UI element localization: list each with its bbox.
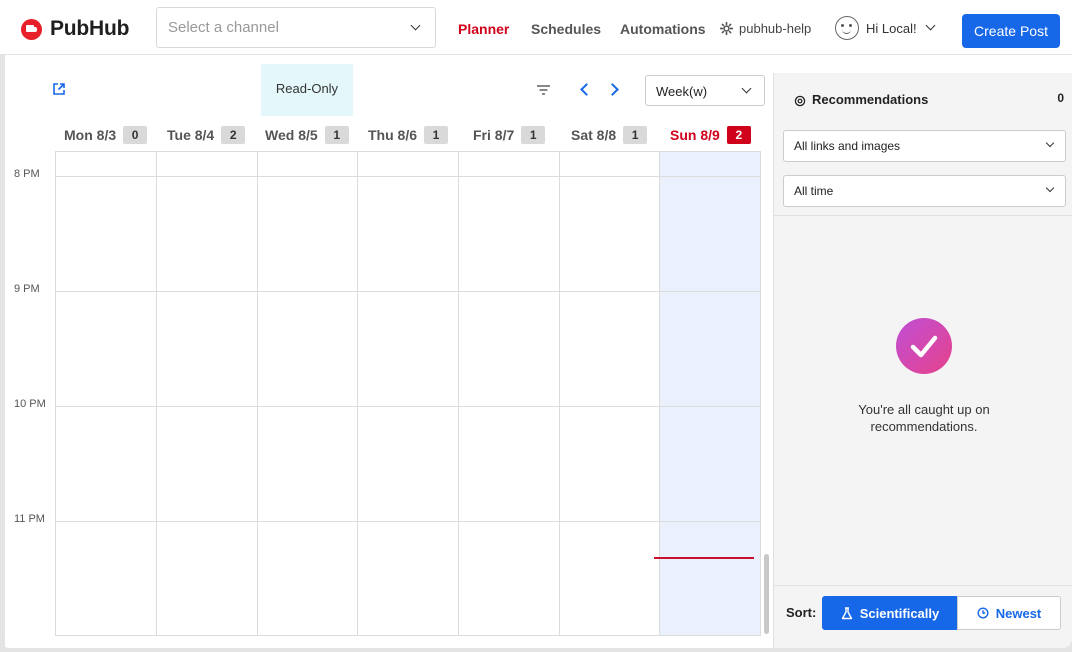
brand-name: PubHub: [50, 17, 130, 40]
flask-icon: [841, 606, 852, 619]
week-calendar-grid[interactable]: [55, 151, 761, 636]
user-menu[interactable]: Hi Local!: [835, 16, 936, 40]
post-count-badge: 1: [324, 126, 349, 144]
post-count-badge: 0: [123, 126, 148, 144]
recommendations-count: 0: [1057, 91, 1064, 105]
chevron-down-icon: [741, 83, 752, 94]
post-count-badge: 1: [424, 126, 449, 144]
day-divider: [357, 152, 358, 635]
content-type-value: All links and images: [794, 139, 901, 153]
day-label: Mon 8/3: [64, 127, 117, 143]
truck-logo-icon: [21, 18, 42, 40]
chevron-down-icon: [925, 20, 936, 30]
post-count-badge: 1: [623, 126, 648, 144]
empty-state-line-2: recommendations.: [870, 419, 978, 434]
post-count-badge: 2: [221, 126, 246, 144]
day-label: Sat 8/8: [571, 127, 617, 143]
hour-line: [56, 521, 760, 522]
recommendations-panel: Recommendations 0 All links and images A…: [773, 73, 1072, 648]
day-label: Fri 8/7: [473, 127, 515, 143]
success-check-icon: [896, 318, 952, 374]
day-divider: [257, 152, 258, 635]
avatar: [835, 16, 859, 40]
day-label: Tue 8/4: [167, 127, 215, 143]
create-post-button[interactable]: Create Post: [962, 14, 1060, 48]
channel-select-placeholder: Select a channel: [168, 19, 279, 36]
day-label: Sun 8/9: [670, 127, 720, 143]
content-type-select[interactable]: All links and images: [783, 130, 1066, 162]
day-divider: [156, 152, 157, 635]
time-label-9pm: 9 PM: [14, 283, 40, 295]
day-header-sun[interactable]: Sun 8/9 2: [670, 124, 751, 146]
empty-state-line-1: You're all caught up on: [858, 402, 990, 417]
day-divider: [458, 152, 459, 635]
day-header-fri[interactable]: Fri 8/7 1: [473, 124, 546, 146]
channel-select[interactable]: Select a channel: [156, 7, 436, 48]
app-window: PubHub Select a channel Planner Schedule…: [0, 0, 1072, 648]
day-label: Wed 8/5: [265, 127, 318, 143]
previous-week-button[interactable]: [580, 83, 593, 96]
time-range-value: All time: [794, 184, 834, 198]
gear-icon: [720, 22, 733, 35]
view-select[interactable]: Week(w): [645, 75, 765, 106]
current-time-indicator: [654, 557, 754, 559]
hour-line: [56, 406, 760, 407]
chevron-down-icon: [1045, 138, 1055, 148]
time-range-select[interactable]: All time: [783, 175, 1066, 207]
nav-automations[interactable]: Automations: [620, 21, 706, 37]
calendar-scrollbar[interactable]: [764, 554, 769, 634]
today-column: [660, 152, 760, 635]
hour-line: [56, 291, 760, 292]
chevron-down-icon: [410, 20, 421, 31]
day-header-sat[interactable]: Sat 8/8 1: [571, 124, 648, 146]
time-label-10pm: 10 PM: [14, 398, 46, 410]
sort-scientifically-button[interactable]: Scientifically: [822, 596, 958, 630]
day-header-wed[interactable]: Wed 8/5 1: [265, 124, 349, 146]
recommendations-title: Recommendations: [812, 91, 929, 107]
sort-scientifically-label: Scientifically: [859, 605, 940, 621]
sort-bar: Sort: Scientifically Newest: [774, 585, 1072, 648]
nav-schedules[interactable]: Schedules: [531, 21, 601, 37]
day-divider: [559, 152, 560, 635]
day-header-thu[interactable]: Thu 8/6 1: [368, 124, 449, 146]
day-divider: [659, 152, 660, 635]
read-only-indicator: Read-Only: [261, 64, 353, 116]
empty-state-message: You're all caught up on recommendations.: [814, 401, 1034, 435]
threads-icon: [794, 95, 806, 107]
user-greeting: Hi Local!: [866, 20, 917, 36]
clock-icon: [977, 607, 989, 619]
sort-newest-label: Newest: [995, 605, 1042, 621]
nav-planner[interactable]: Planner: [458, 21, 509, 37]
sort-label: Sort:: [786, 605, 817, 620]
view-select-value: Week(w): [656, 84, 708, 99]
sort-newest-button[interactable]: Newest: [957, 596, 1061, 630]
post-count-badge: 1: [521, 126, 546, 144]
left-edge: [0, 55, 5, 648]
day-header-mon[interactable]: Mon 8/3 0: [64, 124, 148, 146]
top-bar: PubHub Select a channel Planner Schedule…: [0, 0, 1072, 55]
panel-divider: [774, 215, 1072, 216]
brand-logo[interactable]: PubHub: [21, 17, 129, 41]
post-count-badge: 2: [726, 126, 751, 144]
help-label: pubhub-help: [739, 21, 812, 36]
hour-line: [56, 176, 760, 177]
day-label: Thu 8/6: [368, 127, 418, 143]
external-link-icon[interactable]: [52, 82, 66, 96]
day-header-tue[interactable]: Tue 8/4 2: [167, 124, 246, 146]
time-label-11pm: 11 PM: [14, 513, 45, 525]
time-label-8pm: 8 PM: [14, 168, 40, 180]
filter-icon[interactable]: [536, 84, 551, 96]
next-week-button[interactable]: [606, 83, 619, 96]
recommendations-header: Recommendations: [794, 91, 928, 107]
help-link[interactable]: pubhub-help: [720, 21, 811, 36]
chevron-down-icon: [1045, 183, 1055, 193]
